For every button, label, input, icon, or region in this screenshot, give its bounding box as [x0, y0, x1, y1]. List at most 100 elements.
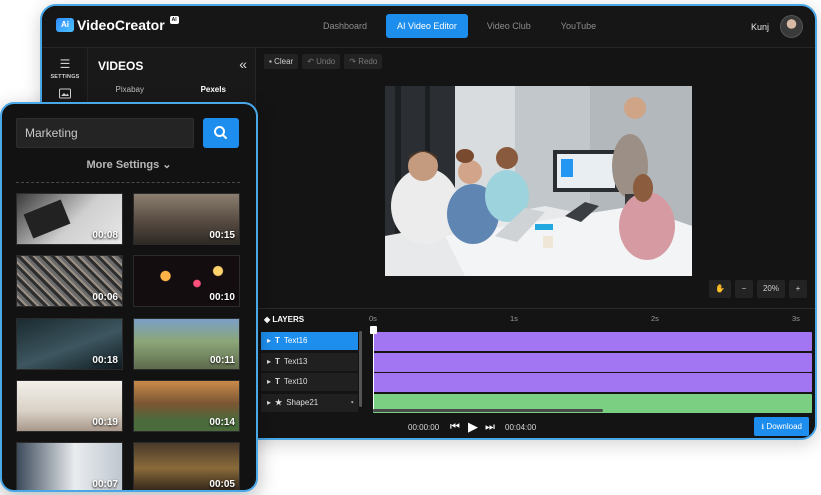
video-thumb-7[interactable]: 00:19: [16, 380, 123, 432]
playhead-line: [373, 327, 374, 409]
divider: [16, 182, 240, 183]
layer-name: Text10: [283, 377, 308, 386]
layer-row-shape21[interactable]: ▸ ★ Shape21 ◔: [261, 394, 358, 412]
tab-pexels[interactable]: Pexels: [172, 85, 256, 94]
redo-button[interactable]: ↷ Redo: [344, 54, 383, 69]
search-icon: [214, 126, 227, 139]
undo-label: Undo: [316, 57, 336, 66]
video-duration: 00:19: [92, 417, 118, 428]
play-icon[interactable]: ▶: [468, 420, 478, 434]
video-thumb-1[interactable]: 00:08: [16, 193, 123, 245]
layers-header: ◆ LAYERS: [264, 315, 304, 324]
video-duration: 00:11: [209, 355, 235, 366]
layer-name: Text13: [283, 357, 308, 366]
video-thumb-3[interactable]: 00:06: [16, 255, 123, 307]
layer-name: Shape21: [286, 398, 319, 407]
media-icon: [42, 88, 88, 102]
video-thumb-5[interactable]: 00:18: [16, 318, 123, 370]
playhead-handle[interactable]: [370, 326, 377, 334]
video-duration: 00:06: [92, 292, 118, 303]
zoom-controls: ✋ − 20% +: [709, 280, 807, 298]
track-text13[interactable]: [373, 353, 812, 372]
clock-icon[interactable]: ◔: [349, 394, 354, 412]
stage: Ai VideoCreator AI Dashboard AI Video Ed…: [0, 0, 821, 495]
meeting-scene-image: [385, 86, 692, 276]
video-duration: 00:05: [209, 479, 235, 490]
ruler-tick: 0s: [369, 314, 377, 323]
ruler-tick: 3s: [792, 314, 800, 323]
more-settings-label: More Settings: [86, 159, 160, 171]
videos-panel-title: VIDEOS: [98, 59, 144, 73]
timeline-scrollbar[interactable]: [373, 409, 603, 412]
download-button[interactable]: ⭳ Download: [754, 417, 809, 436]
zoom-value: 20%: [756, 280, 785, 298]
nav-video-club[interactable]: Video Club: [476, 14, 542, 38]
search-input[interactable]: [16, 118, 194, 148]
rail-media[interactable]: [42, 80, 88, 102]
expand-icon: ▸: [267, 398, 272, 407]
redo-label: Redo: [358, 57, 378, 66]
layer-row-text10[interactable]: ▸ T Text10: [261, 373, 358, 391]
skip-back-icon[interactable]: ⏮: [450, 420, 460, 434]
nav-ai-video-editor[interactable]: AI Video Editor: [386, 14, 468, 38]
video-duration: 00:15: [209, 230, 235, 241]
text-layer-icon: T: [275, 357, 280, 366]
video-duration: 00:14: [209, 417, 235, 428]
video-thumb-10[interactable]: 00:05: [133, 442, 240, 490]
layers-title: LAYERS: [272, 315, 305, 324]
zoom-in-button[interactable]: +: [789, 280, 807, 298]
download-label: Download: [766, 422, 802, 431]
chevron-down-icon: ⌄: [162, 159, 172, 171]
track-text16[interactable]: [373, 332, 812, 351]
hand-tool-icon[interactable]: ✋: [709, 280, 731, 298]
text-layer-icon: T: [275, 377, 280, 386]
clear-label: Clear: [274, 57, 294, 66]
source-tabs: Pixabay Pexels: [88, 85, 255, 94]
canvas-preview[interactable]: [385, 86, 692, 276]
avatar[interactable]: [780, 15, 803, 38]
edit-toolbar: ▪ Clear ↶ Undo ↷ Redo: [264, 54, 383, 69]
clear-button[interactable]: ▪ Clear: [264, 54, 299, 69]
layer-name: Text16: [283, 336, 308, 345]
video-thumb-4[interactable]: 00:10: [133, 255, 240, 307]
layer-row-text13[interactable]: ▸ T Text13: [261, 353, 358, 371]
video-thumb-8[interactable]: 00:14: [133, 380, 240, 432]
layer-row-text16[interactable]: ▸ T Text16: [261, 332, 358, 350]
logo-mark-icon: Ai: [56, 18, 74, 32]
layers-scrollbar[interactable]: [359, 331, 362, 407]
search-button[interactable]: [203, 118, 239, 148]
skip-forward-icon[interactable]: ⏭: [485, 420, 495, 434]
more-settings-toggle[interactable]: More Settings ⌄: [2, 158, 256, 171]
track-text10[interactable]: [373, 373, 812, 392]
zoom-out-button[interactable]: −: [734, 280, 753, 298]
sliders-icon: ☰: [59, 57, 71, 71]
video-duration: 00:08: [92, 230, 118, 241]
video-thumb-9[interactable]: 00:07: [16, 442, 123, 490]
editor-workspace: ▪ Clear ↶ Undo ↷ Redo ✋ − 20% + ◆ LAYERS…: [256, 48, 815, 438]
nav-dashboard[interactable]: Dashboard: [312, 14, 378, 38]
video-thumb-6[interactable]: 00:11: [133, 318, 240, 370]
time-ruler[interactable]: 0s 1s 2s 3s: [369, 309, 815, 329]
tab-pixabay[interactable]: Pixabay: [88, 85, 172, 94]
main-nav: Dashboard AI Video Editor Video Club You…: [312, 14, 607, 38]
video-duration: 00:10: [209, 292, 235, 303]
shape-layer-icon: ★: [275, 398, 283, 407]
user-menu[interactable]: Kunj: [751, 15, 803, 38]
total-time: 00:04:00: [505, 423, 537, 432]
collapse-panel-icon[interactable]: «: [239, 56, 247, 72]
undo-button[interactable]: ↶ Undo: [302, 54, 341, 69]
thumb-shape: [23, 199, 71, 239]
text-layer-icon: T: [275, 336, 280, 345]
nav-youtube[interactable]: YouTube: [550, 14, 607, 38]
transport-bar: 00:00:00 ⏮ ▶ ⏭ 00:04:00 ⭳ Download: [256, 413, 815, 438]
video-thumb-2[interactable]: 00:15: [133, 193, 240, 245]
expand-icon: ▸: [267, 336, 272, 345]
expand-icon: ▸: [267, 377, 272, 386]
app-logo[interactable]: Ai VideoCreator AI: [56, 16, 179, 33]
top-bar: Ai VideoCreator AI Dashboard AI Video Ed…: [42, 6, 815, 48]
expand-icon: ▸: [267, 357, 272, 366]
rail-settings[interactable]: ☰ SETTINGS: [42, 48, 88, 81]
redo-icon: ↷: [349, 57, 359, 66]
current-time: 00:00:00: [408, 423, 440, 432]
video-duration: 00:18: [92, 355, 118, 366]
